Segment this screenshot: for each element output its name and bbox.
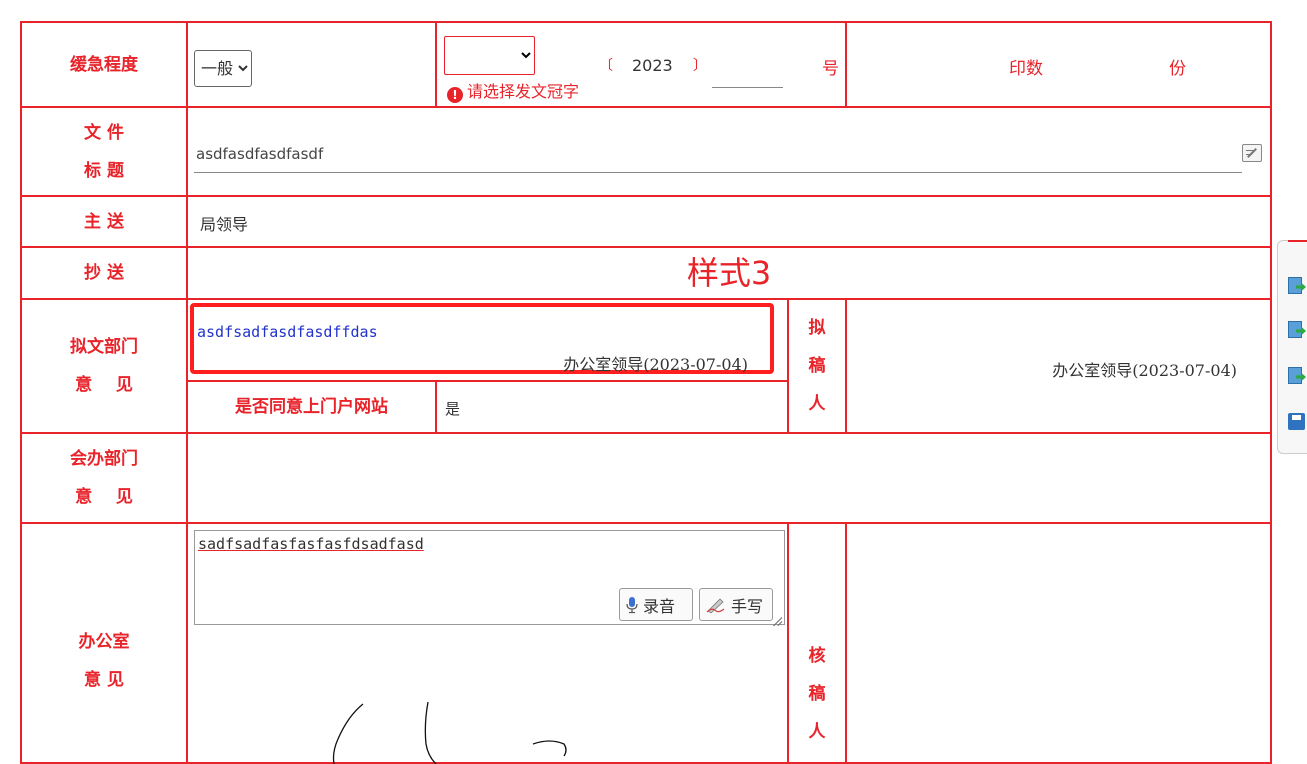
- microphone-icon: [626, 596, 638, 613]
- edit-icon[interactable]: [1242, 144, 1262, 162]
- doc-number-suffix: 号: [822, 59, 839, 79]
- reviewer-cell[interactable]: [845, 522, 1272, 764]
- print-count-cell: 印数 份: [845, 21, 1272, 108]
- doc-year: 2023: [632, 56, 673, 75]
- export-doc-icon[interactable]: [1288, 277, 1306, 295]
- open-paren: 〔: [599, 58, 613, 74]
- urgency-cell: 一般: [186, 21, 437, 108]
- handwrite-button[interactable]: 手写: [699, 588, 773, 621]
- co-dept-label: 会办部门 意 见: [20, 432, 188, 524]
- prefix-warning: ! 请选择发文冠字: [447, 78, 579, 103]
- export-doc-icon[interactable]: [1288, 321, 1306, 339]
- portal-label: 是否同意上门户网站: [186, 380, 437, 434]
- drafter-signer: 办公室领导(2023-07-04): [1052, 361, 1237, 380]
- portal-cell[interactable]: 是: [435, 380, 789, 434]
- file-title-input[interactable]: [194, 136, 1242, 173]
- drafter-cell: 办公室领导(2023-07-04): [845, 298, 1272, 434]
- doc-number-input[interactable]: [712, 65, 783, 88]
- style-label: 样式3: [186, 246, 1272, 300]
- copy-send-label: 抄 送: [20, 246, 188, 300]
- handwritten-signature: [332, 701, 567, 764]
- main-send-cell[interactable]: 局领导: [186, 195, 1272, 248]
- document-form: 缓急程度 一般 〔 2023 〕 号 ! 请选择发文冠字 印数 份 文 件 标 题: [20, 21, 1272, 764]
- portal-value: 是: [445, 400, 461, 418]
- save-disk-icon[interactable]: [1288, 413, 1306, 431]
- drafting-signer: 办公室领导(2023-07-04): [563, 355, 748, 374]
- main-send-value: 局领导: [200, 215, 249, 234]
- urgency-label: 缓急程度: [20, 21, 188, 108]
- print-count-label: 印数: [1009, 59, 1043, 79]
- record-button[interactable]: 录音: [619, 588, 693, 621]
- file-title-cell: [186, 106, 1272, 197]
- export-doc-icon[interactable]: [1288, 367, 1306, 385]
- urgency-select[interactable]: 一般: [194, 50, 252, 87]
- reviewer-label: 核 稿 人: [787, 522, 847, 764]
- file-title-label: 文 件 标 题: [20, 106, 188, 197]
- drafting-opinion-text: asdfsadfasdfasdffdas: [197, 323, 378, 341]
- warning-icon: !: [447, 87, 463, 103]
- drafter-label: 拟 稿 人: [787, 298, 847, 434]
- pen-icon: [706, 597, 725, 613]
- drafting-opinion-highlight[interactable]: asdfsadfasdfasdffdas 办公室领导(2023-07-04): [190, 303, 774, 374]
- drafting-dept-label: 拟文部门 意 见: [20, 298, 188, 434]
- office-label: 办公室 意 见: [20, 522, 188, 764]
- print-count-unit: 份: [1169, 59, 1186, 79]
- doc-prefix-select[interactable]: [444, 36, 535, 75]
- office-opinion-cell: sadfsadfasfasfasfdsadfasd 录音 手写: [186, 522, 789, 764]
- main-send-label: 主 送: [20, 195, 188, 248]
- drafting-dept-opinion-cell: asdfsadfasdfasdffdas 办公室领导(2023-07-04): [186, 298, 789, 382]
- co-dept-cell[interactable]: [186, 432, 1272, 524]
- close-paren: 〕: [693, 58, 707, 74]
- resize-grip-icon[interactable]: [772, 612, 782, 622]
- office-opinion-text: sadfsadfasfasfasfdsadfasd: [198, 535, 424, 553]
- doc-number-cell: 〔 2023 〕 号 ! 请选择发文冠字: [435, 21, 847, 108]
- side-toolbar: [1277, 240, 1307, 454]
- office-opinion-textarea[interactable]: sadfsadfasfasfasfdsadfasd 录音 手写: [194, 530, 785, 625]
